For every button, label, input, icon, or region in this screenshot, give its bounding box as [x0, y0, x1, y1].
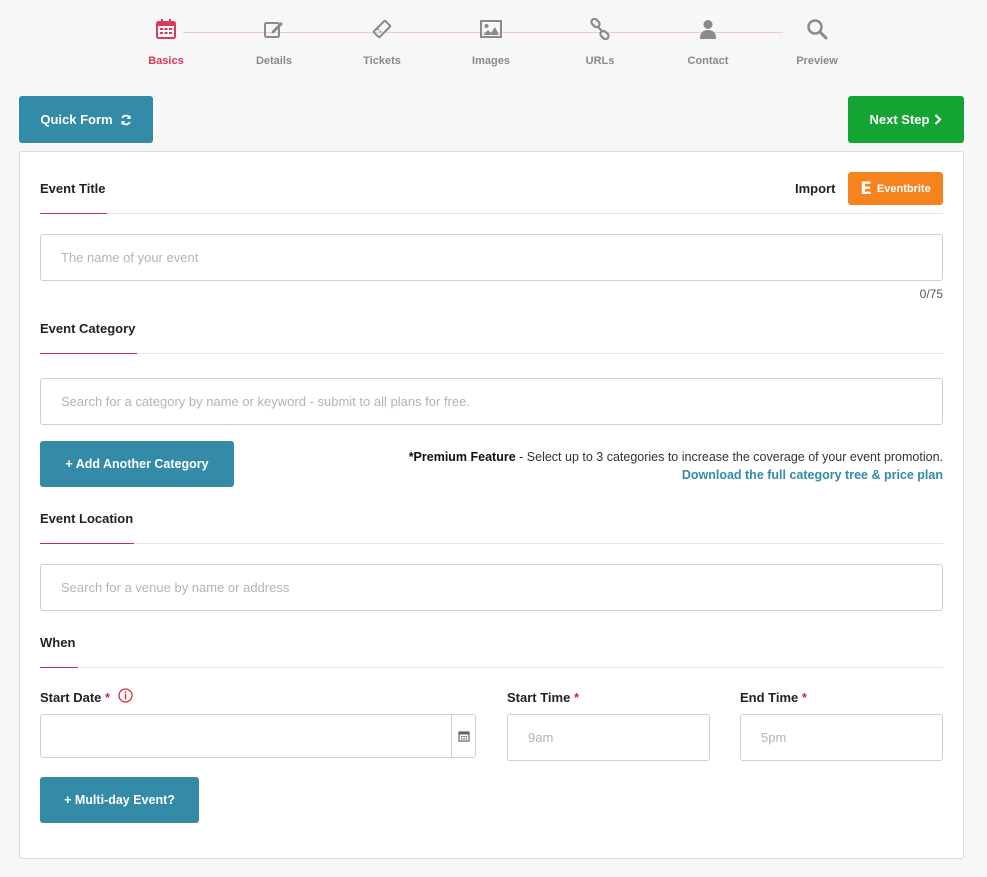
- end-time-input[interactable]: [740, 714, 943, 761]
- event-title-input[interactable]: [40, 234, 943, 281]
- end-time-label: End Time *: [740, 690, 807, 705]
- step-label: Contact: [687, 55, 729, 67]
- calendar-small-icon: [457, 731, 470, 742]
- chevron-right-icon: [935, 114, 943, 125]
- quick-form-label: Quick Form: [40, 112, 113, 127]
- next-step-label: Next Step: [869, 112, 930, 127]
- premium-feature-note: *Premium Feature - Select up to 3 catego…: [409, 448, 943, 484]
- step-preview[interactable]: Preview: [767, 18, 867, 67]
- divider: [40, 353, 943, 354]
- venue-search-input[interactable]: [40, 564, 943, 611]
- step-details[interactable]: Details: [224, 18, 324, 67]
- start-time-input[interactable]: [507, 714, 710, 761]
- progress-stepper: Basics Details Tickets Images URLs Conta…: [0, 0, 987, 90]
- import-label: Import: [795, 181, 836, 196]
- premium-feature-label: *Premium Feature: [408, 450, 516, 464]
- start-time-label: Start Time *: [507, 690, 579, 705]
- event-basics-form: Event Title Import E Eventbrite 0/75 Eve…: [19, 151, 964, 859]
- event-location-heading: Event Location: [40, 511, 134, 526]
- step-tickets[interactable]: Tickets: [332, 18, 432, 67]
- end-time-label-text: End Time: [740, 690, 799, 705]
- start-date-input[interactable]: [40, 714, 476, 758]
- heading-underline: [40, 667, 78, 668]
- refresh-icon: [120, 114, 131, 125]
- add-category-button[interactable]: + Add Another Category: [40, 441, 234, 487]
- step-basics[interactable]: Basics: [116, 18, 216, 67]
- required-marker: *: [573, 690, 580, 705]
- divider: [40, 667, 943, 668]
- multi-day-event-button[interactable]: + Multi-day Event?: [40, 777, 199, 823]
- start-date-label: Start Date *: [40, 690, 110, 705]
- step-label: Images: [472, 55, 510, 67]
- heading-underline: [40, 353, 137, 354]
- step-label: Preview: [796, 55, 838, 67]
- eventbrite-label: Eventbrite: [876, 182, 931, 195]
- calendar-icon: [116, 18, 216, 46]
- datepicker-toggle[interactable]: [451, 715, 475, 757]
- eventbrite-import-button[interactable]: E Eventbrite: [848, 172, 943, 205]
- download-category-tree-link[interactable]: Download the full category tree & price …: [682, 468, 943, 482]
- ticket-icon: [332, 18, 432, 46]
- step-urls[interactable]: URLs: [550, 17, 650, 67]
- step-label: Tickets: [363, 55, 401, 67]
- quick-form-button[interactable]: Quick Form: [19, 96, 153, 143]
- title-char-counter: 0/75: [919, 287, 943, 301]
- divider: [40, 213, 943, 214]
- required-marker: *: [105, 690, 111, 705]
- required-marker: *: [801, 690, 807, 705]
- divider: [40, 543, 943, 544]
- user-icon: [658, 18, 758, 46]
- event-category-heading: Event Category: [40, 321, 136, 336]
- step-images[interactable]: Images: [441, 18, 541, 67]
- info-icon[interactable]: [118, 688, 133, 708]
- step-label: URLs: [585, 55, 615, 67]
- start-date-label-text: Start Date: [40, 690, 102, 705]
- edit-icon: [224, 18, 324, 46]
- image-icon: [441, 18, 541, 46]
- heading-underline: [40, 543, 134, 544]
- step-label: Basics: [148, 55, 184, 67]
- start-time-label-text: Start Time: [507, 690, 571, 705]
- eventbrite-logo-icon: E: [860, 178, 872, 199]
- step-contact[interactable]: Contact: [658, 18, 758, 67]
- premium-feature-text: - Select up to 3 categories to increase …: [515, 450, 943, 464]
- next-step-button[interactable]: Next Step: [848, 96, 964, 143]
- search-icon: [767, 18, 867, 46]
- when-heading: When: [40, 635, 76, 650]
- step-label: Details: [255, 55, 293, 67]
- category-search-input[interactable]: [40, 378, 943, 425]
- heading-underline: [40, 213, 107, 214]
- link-icon: [550, 17, 650, 46]
- event-title-heading: Event Title: [40, 181, 106, 196]
